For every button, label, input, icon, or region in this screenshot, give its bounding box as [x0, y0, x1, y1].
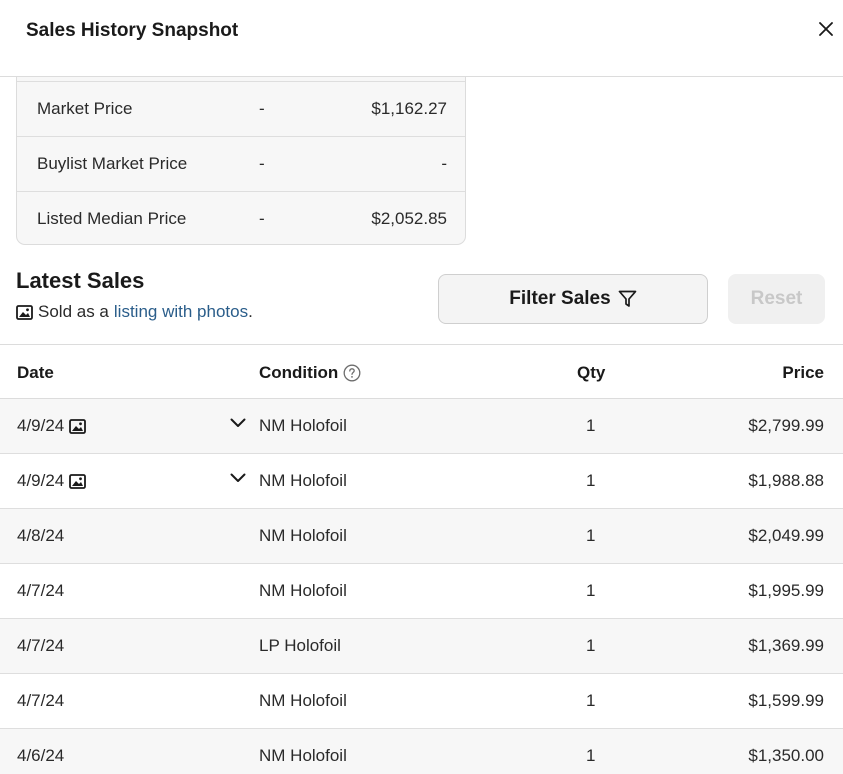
sale-date-text: 4/7/24 — [17, 636, 65, 655]
sales-table: Date Condition Qty Price 4/9/24 NM Holofo… — [0, 344, 843, 774]
filter-icon — [618, 290, 637, 307]
close-button[interactable] — [815, 18, 837, 40]
price-snapshot-card: Market Price - $1,162.27 Buylist Market … — [16, 60, 466, 245]
column-header-price[interactable]: Price — [782, 363, 824, 383]
sale-condition: NM Holofoil — [259, 416, 347, 435]
table-row[interactable]: 4/9/24 NM Holofoil 1 $2,799.99 — [0, 399, 843, 454]
snapshot-row: Buylist Market Price - - — [17, 136, 465, 191]
sale-price: $1,350.00 — [748, 746, 824, 765]
filter-sales-label: Filter Sales — [509, 288, 611, 309]
sale-condition: NM Holofoil — [259, 581, 347, 600]
chevron-down-icon[interactable] — [230, 473, 246, 483]
sale-qty: 1 — [586, 581, 596, 600]
snapshot-value: - — [441, 154, 447, 173]
sale-qty: 1 — [586, 746, 596, 765]
photo-icon[interactable] — [69, 473, 87, 489]
image-icon — [16, 304, 33, 320]
sale-date: 4/7/24 — [17, 581, 64, 601]
snapshot-value: $2,052.85 — [371, 209, 447, 228]
sale-date-text: 4/8/24 — [17, 526, 65, 545]
snapshot-row: Market Price - $1,162.27 — [17, 81, 465, 136]
sale-qty: 1 — [586, 691, 596, 710]
snapshot-label: Market Price — [37, 99, 133, 118]
snapshot-row: Listed Median Price - $2,052.85 — [17, 191, 465, 244]
photo-icon[interactable] — [69, 418, 87, 434]
sale-condition: NM Holofoil — [259, 471, 347, 490]
latest-sales-subtitle: Sold as a listing with photos . — [16, 302, 253, 322]
sale-condition: LP Holofoil — [259, 636, 341, 655]
table-row: 4/7/24 NM Holofoil 1 $1,995.99 — [0, 564, 843, 619]
sale-price: $1,599.99 — [748, 691, 824, 710]
reset-button[interactable]: Reset — [728, 274, 825, 324]
sale-date-text: 4/7/24 — [17, 691, 65, 710]
sale-price: $1,995.99 — [748, 581, 824, 600]
sale-qty: 1 — [586, 416, 596, 435]
table-row: 4/6/24 NM Holofoil 1 $1,350.00 — [0, 729, 843, 774]
filter-sales-button[interactable]: Filter Sales — [438, 274, 708, 324]
sale-condition: NM Holofoil — [259, 746, 347, 765]
sale-date: 4/7/24 — [17, 636, 64, 656]
snapshot-value: $1,162.27 — [371, 99, 447, 118]
column-header-condition[interactable]: Condition — [259, 363, 361, 383]
sale-price: $1,369.99 — [748, 636, 824, 655]
sale-price: $2,049.99 — [748, 526, 824, 545]
sale-qty: 1 — [586, 526, 596, 545]
sale-condition: NM Holofoil — [259, 691, 347, 710]
listing-with-photos-link[interactable]: listing with photos — [114, 302, 248, 322]
page-title: Sales History Snapshot — [26, 20, 239, 41]
sale-date-text: 4/9/24 — [17, 416, 65, 435]
snapshot-middle: - — [259, 154, 265, 173]
snapshot-middle: - — [259, 99, 265, 118]
snapshot-label: Listed Median Price — [37, 209, 187, 228]
modal-header: Sales History Snapshot — [0, 0, 843, 77]
sale-date: 4/9/24 — [17, 471, 87, 491]
column-header-date[interactable]: Date — [17, 363, 54, 383]
sale-date-text: 4/9/24 — [17, 471, 65, 490]
close-icon — [819, 22, 833, 36]
sale-price: $1,988.88 — [748, 471, 824, 490]
subtitle-suffix: . — [248, 302, 253, 321]
column-header-qty[interactable]: Qty — [577, 363, 605, 383]
sale-date: 4/8/24 — [17, 526, 64, 546]
sale-date: 4/6/24 — [17, 746, 64, 766]
chevron-down-icon[interactable] — [230, 418, 246, 428]
latest-sales-title: Latest Sales — [16, 268, 145, 293]
table-row: 4/8/24 NM Holofoil 1 $2,049.99 — [0, 509, 843, 564]
condition-header-label: Condition — [259, 363, 339, 382]
table-row: 4/7/24 LP Holofoil 1 $1,369.99 — [0, 619, 843, 674]
sale-date-text: 4/6/24 — [17, 746, 65, 765]
sale-qty: 1 — [586, 471, 596, 490]
sale-date-text: 4/7/24 — [17, 581, 65, 600]
table-row[interactable]: 4/9/24 NM Holofoil 1 $1,988.88 — [0, 454, 843, 509]
subtitle-prefix: Sold as a — [38, 302, 109, 321]
table-row: 4/7/24 NM Holofoil 1 $1,599.99 — [0, 674, 843, 729]
sale-date: 4/7/24 — [17, 691, 64, 711]
sale-qty: 1 — [586, 636, 596, 655]
snapshot-label: Buylist Market Price — [37, 154, 188, 173]
snapshot-middle: - — [259, 209, 265, 228]
sale-price: $2,799.99 — [748, 416, 824, 435]
table-header: Date Condition Qty Price — [0, 344, 843, 399]
help-icon[interactable] — [343, 364, 361, 382]
sale-condition: NM Holofoil — [259, 526, 347, 545]
sale-date: 4/9/24 — [17, 416, 87, 436]
